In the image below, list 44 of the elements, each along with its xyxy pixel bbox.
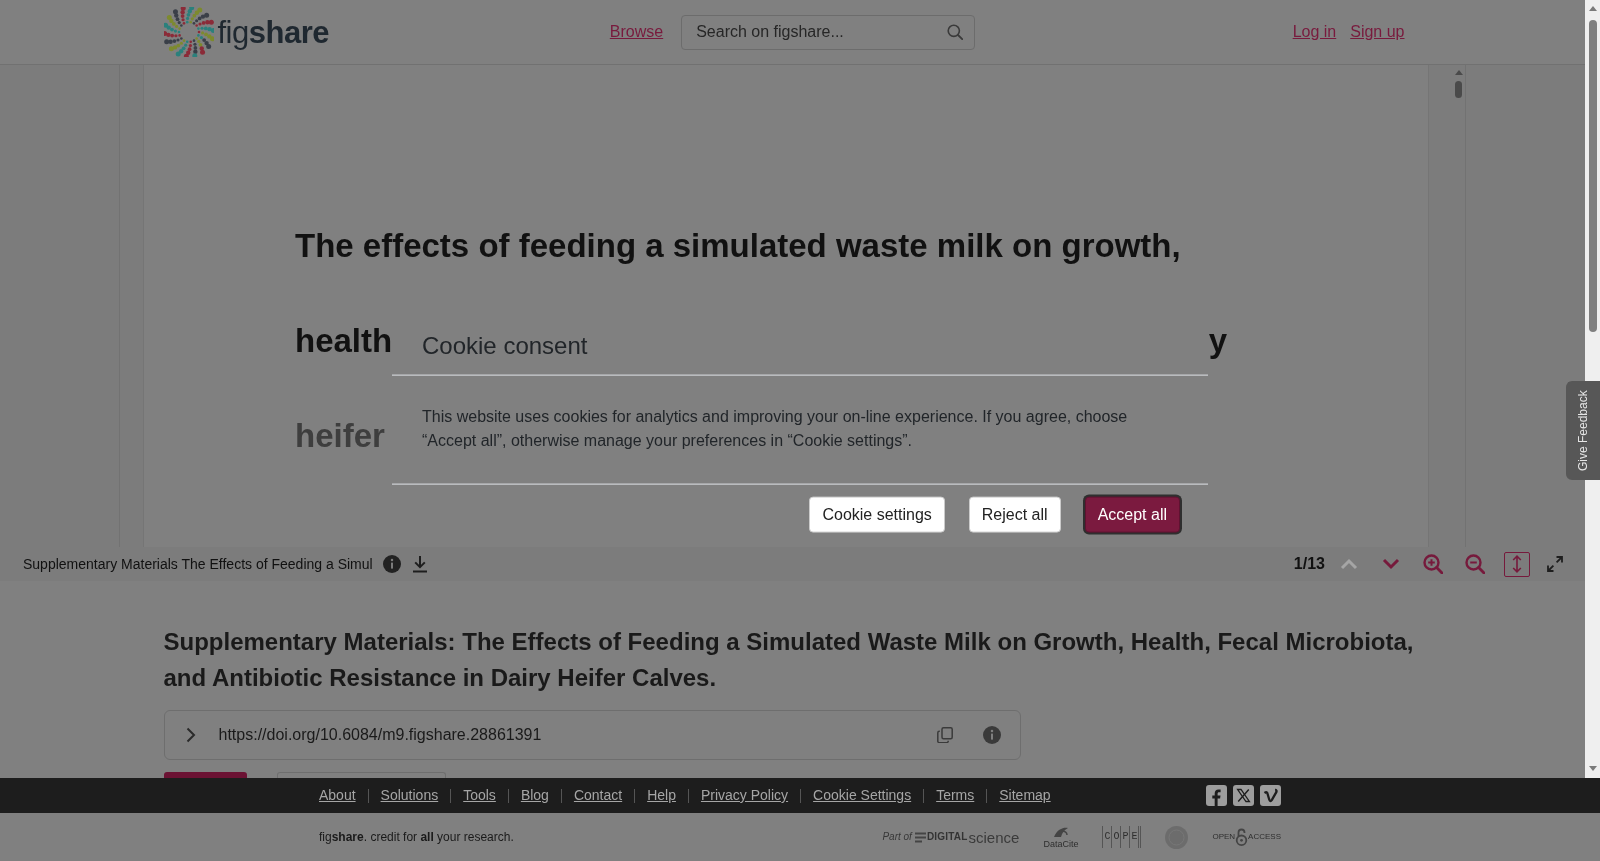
footer-link[interactable]: Help [647,785,676,806]
partner-logo[interactable]: COPE [1102,826,1142,848]
search-icon[interactable] [947,23,964,40]
search-field[interactable]: Search on figshare... [681,14,976,50]
document-text: The effects of feeding a simulated waste milk on growth, [295,225,1181,266]
document-text: y [1208,320,1227,361]
footer-link[interactable]: Blog [520,785,549,806]
cookie-settings-button[interactable]: Cookie settings [809,496,945,533]
chevron-right-icon[interactable] [185,727,196,743]
fullscreen-icon[interactable] [1547,556,1563,572]
dialog-text: This website uses cookies for analytics and improving your on-line experience. If you agree, choose “Accept all”, otherwise manage your preferences in “Cookie settings”. [422,406,1129,451]
download-icon[interactable] [410,555,429,573]
footer-link[interactable]: Sitemap [999,785,1051,806]
facebook-icon[interactable] [1206,785,1227,806]
cut-off-button[interactable] [163,772,247,778]
footer-link[interactable]: Privacy Policy [700,785,789,806]
fit-height-button[interactable] [1504,551,1530,577]
footer-link[interactable]: Contact [573,785,623,806]
document-text: health [295,320,393,361]
footer-link[interactable]: Tools [463,785,496,806]
page-indicator: 1/13 [1293,554,1325,574]
accept-button[interactable]: Accept all [1084,496,1180,533]
copy-icon[interactable] [936,727,953,743]
info-icon[interactable] [982,726,1001,744]
partner-logo[interactable]: OPEN ACCESS [1212,828,1281,846]
site-logo[interactable]: figshare [163,7,329,57]
x-icon[interactable] [1233,785,1254,806]
article-title: Supplementary Materials: The Effects of Feeding a Simulated Waste Milk on Growth, Health, Fecal Microbiota, and Antibiotic Resistance in Dairy Heifer Calves. [163,627,1415,693]
footer-link[interactable]: Solutions [380,785,439,806]
footer-link[interactable]: Terms [936,785,975,806]
reject-button[interactable]: Reject all [968,496,1061,533]
vimeo-icon[interactable] [1260,785,1281,806]
feedback-tab[interactable]: Give Feedback [1566,381,1600,480]
footer-link[interactable]: About [319,785,356,806]
chevron-down-icon[interactable] [1382,558,1400,570]
footer-link[interactable]: Cookie Settings [813,785,912,806]
file-name: Supplementary Materials The Effects of Feeding a Simul [23,554,373,574]
document-text: heifer [295,415,385,456]
doi-link[interactable]: https://doi.org/10.6084/m9.figshare.28861391 [218,723,542,747]
dialog-title: Cookie consent [422,331,588,360]
partner-logo[interactable]: DataCite [1043,825,1079,849]
info-icon[interactable] [382,555,401,573]
tagline: figshare. credit for all your research. [319,829,514,846]
vertical-arrows-icon[interactable] [1512,555,1522,573]
